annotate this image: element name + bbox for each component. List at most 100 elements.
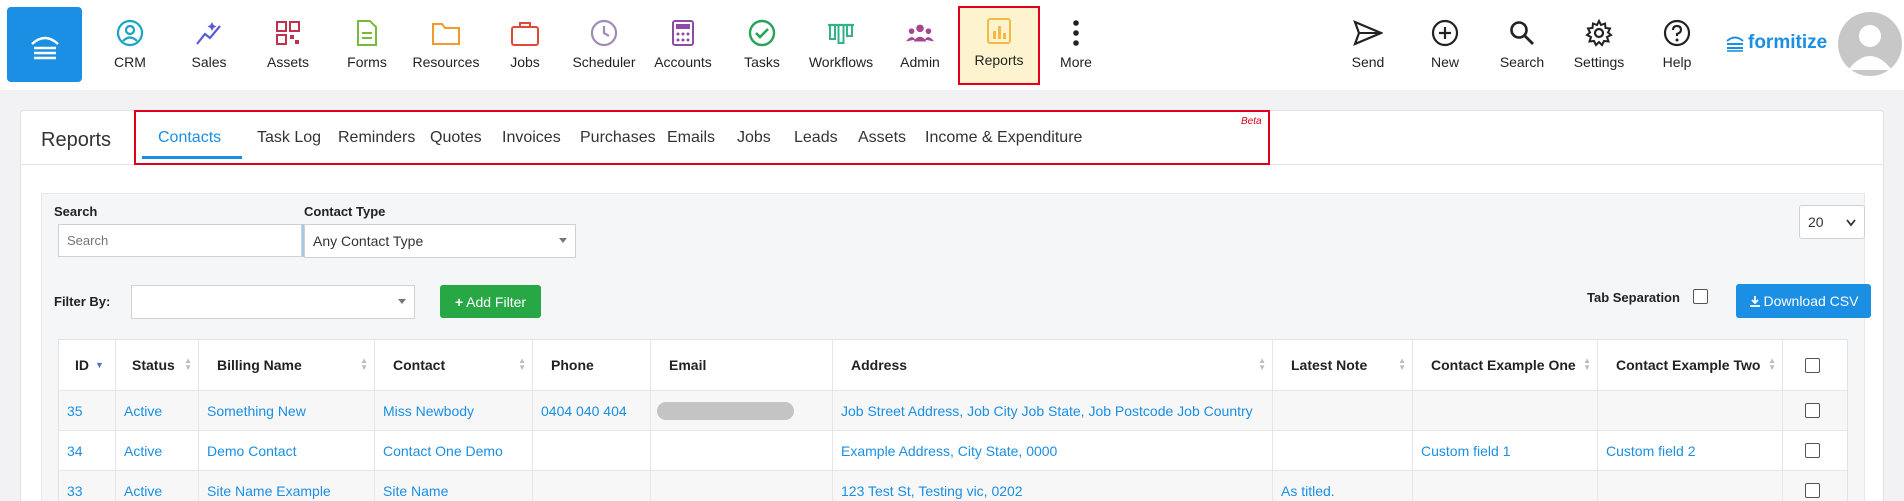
nav-assets[interactable]: Assets (248, 10, 328, 80)
download-csv-button[interactable]: Download CSV (1736, 284, 1871, 318)
sort-desc-icon: ▼ (95, 360, 104, 370)
reports-header: Reports Contacts Task Log Reminders Quot… (21, 110, 1883, 165)
nav-resources[interactable]: Resources (406, 10, 486, 80)
accounts-icon (672, 20, 694, 46)
nav-admin-label: Admin (900, 54, 940, 70)
cell-latest-note[interactable] (1273, 391, 1413, 430)
cell-billing-name[interactable]: Demo Contact (199, 431, 375, 470)
nav-sales[interactable]: Sales (169, 10, 249, 80)
tab-task-log[interactable]: Task Log (257, 129, 321, 147)
header-latest-note[interactable]: Latest Note ▲ ▼ (1273, 340, 1413, 390)
home-logo-icon (30, 36, 59, 59)
home-button[interactable] (7, 7, 82, 82)
filter-by-select[interactable] (131, 285, 415, 319)
tab-assets[interactable]: Assets (858, 129, 906, 147)
tab-reminders[interactable]: Reminders (338, 129, 415, 147)
nav-forms[interactable]: Forms (327, 10, 407, 80)
cell-billing-name[interactable]: Something New (199, 391, 375, 430)
header-id[interactable]: ID ▼ (59, 340, 116, 390)
nav-scheduler[interactable]: Scheduler (564, 10, 644, 80)
header-email[interactable]: Email (651, 340, 833, 390)
row-checkbox[interactable] (1805, 403, 1820, 418)
cell-phone[interactable] (533, 431, 651, 470)
tab-jobs[interactable]: Jobs (737, 129, 771, 147)
cell-contact[interactable]: Miss Newbody (375, 391, 533, 430)
nav-help[interactable]: Help (1637, 10, 1717, 80)
cell-contact-example-two[interactable] (1598, 391, 1783, 430)
tab-purchases[interactable]: Purchases (580, 129, 656, 147)
cell-latest-note[interactable]: As titled. (1273, 471, 1413, 501)
header-status[interactable]: Status ▲ ▼ (116, 340, 199, 390)
contact-type-select[interactable]: Any Contact Type (304, 224, 576, 258)
nav-more[interactable]: More (1036, 10, 1116, 80)
nav-tasks[interactable]: Tasks (722, 10, 802, 80)
cell-address[interactable]: Job Street Address, Job City Job State, … (833, 391, 1273, 430)
nav-new[interactable]: New (1405, 10, 1485, 80)
nav-search[interactable]: Search (1482, 10, 1562, 80)
tab-emails[interactable]: Emails (667, 129, 715, 147)
header-address[interactable]: Address ▲ ▼ (833, 340, 1273, 390)
row-checkbox[interactable] (1805, 483, 1820, 498)
tab-separation-checkbox[interactable] (1693, 289, 1708, 304)
plus-icon: + (454, 293, 464, 310)
cell-contact-example-one[interactable]: Custom field 1 (1413, 431, 1598, 470)
nav-jobs-label: Jobs (510, 54, 540, 70)
cell-contact-example-two[interactable] (1598, 471, 1783, 501)
user-avatar[interactable] (1838, 12, 1902, 76)
formitize-logo: formitize (1725, 32, 1827, 54)
cell-contact[interactable]: Site Name (375, 471, 533, 501)
cell-contact-example-one[interactable] (1413, 471, 1598, 501)
cell-phone[interactable]: 0404 040 404 (533, 391, 651, 430)
cell-billing-name[interactable]: Site Name Example (199, 471, 375, 501)
tab-income-expenditure[interactable]: Income & Expenditure (925, 129, 1082, 147)
cell-status[interactable]: Active (116, 471, 199, 501)
redacted-email (657, 401, 794, 420)
cell-contact[interactable]: Contact One Demo (375, 431, 533, 470)
nav-accounts[interactable]: Accounts (643, 10, 723, 80)
search-input[interactable] (58, 224, 302, 257)
nav-send[interactable]: Send (1328, 10, 1408, 80)
cell-select (1783, 471, 1849, 501)
cell-latest-note[interactable] (1273, 431, 1413, 470)
header-contact-example-one[interactable]: Contact Example One ▲ ▼ (1413, 340, 1598, 390)
header-contact-example-two[interactable]: Contact Example Two ▲ ▼ (1598, 340, 1783, 390)
nav-crm[interactable]: CRM (90, 10, 170, 80)
tab-invoices[interactable]: Invoices (502, 129, 561, 147)
cell-phone[interactable] (533, 471, 651, 501)
cell-id[interactable]: 33 (59, 471, 116, 501)
contact-type-label: Contact Type (304, 204, 386, 219)
tab-quotes[interactable]: Quotes (430, 129, 482, 147)
nav-jobs[interactable]: Jobs (485, 10, 565, 80)
nav-more-label: More (1060, 54, 1092, 70)
nav-workflows[interactable]: Workflows (801, 10, 881, 80)
cell-status[interactable]: Active (116, 391, 199, 430)
cell-select (1783, 431, 1849, 470)
header-phone[interactable]: Phone (533, 340, 651, 390)
cell-id[interactable]: 35 (59, 391, 116, 430)
nav-reports[interactable]: Reports (958, 6, 1040, 85)
resources-icon (432, 23, 460, 45)
tab-separation-label: Tab Separation (1587, 290, 1680, 305)
cell-id[interactable]: 34 (59, 431, 116, 470)
cell-address[interactable]: Example Address, City State, 0000 (833, 431, 1273, 470)
add-filter-button[interactable]: + Add Filter (440, 285, 541, 318)
page-size-select[interactable]: 20 (1799, 205, 1865, 239)
cell-address[interactable]: 123 Test St, Testing vic, 0202 (833, 471, 1273, 501)
cell-status[interactable]: Active (116, 431, 199, 470)
active-tab-indicator (142, 156, 242, 159)
header-billing-name[interactable]: Billing Name ▲ ▼ (199, 340, 375, 390)
nav-settings-label: Settings (1573, 54, 1625, 70)
header-contact[interactable]: Contact ▲ ▼ (375, 340, 533, 390)
nav-admin[interactable]: Admin (880, 10, 960, 80)
download-csv-label: Download CSV (1763, 293, 1859, 309)
sort-icon: ▲ ▼ (1583, 356, 1591, 372)
tab-contacts[interactable]: Contacts (158, 129, 221, 147)
select-all-checkbox[interactable] (1805, 357, 1820, 373)
nav-tasks-label: Tasks (744, 54, 780, 70)
cell-contact-example-two[interactable]: Custom field 2 (1598, 431, 1783, 470)
forms-icon (357, 20, 377, 46)
row-checkbox[interactable] (1805, 443, 1820, 458)
cell-contact-example-one[interactable] (1413, 391, 1598, 430)
nav-settings[interactable]: Settings (1559, 10, 1639, 80)
tab-leads[interactable]: Leads (794, 129, 838, 147)
